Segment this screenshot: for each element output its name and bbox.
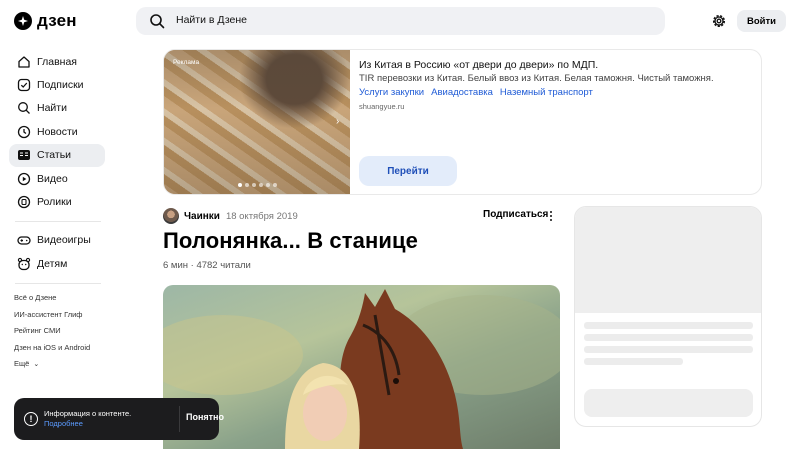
search-icon [18,102,30,115]
sidebar-item-label: Подписки [37,79,84,92]
sidebar: Главная Подписки Найти Новости Статьи Ви… [9,50,105,291]
placeholder-thumbnail [575,207,761,313]
carousel-dot[interactable] [252,183,256,187]
author-name[interactable]: Чаинки [184,211,220,222]
home-icon [18,56,30,68]
footer-link-more-label: Ещё [14,359,30,368]
sidebar-item-subscriptions[interactable]: Подписки [9,73,105,96]
sidebar-item-label: Видео [37,172,68,185]
ad-link[interactable]: Услуги закупки [359,87,424,98]
logo[interactable]: дзен [14,11,77,31]
ad-link[interactable]: Наземный транспорт [500,87,593,98]
sidebar-item-news[interactable]: Новости [9,120,105,143]
carousel-dot[interactable] [259,183,263,187]
page-title: Полонянка... В станице [163,228,418,253]
article-meta: 6 мин · 4782 читали [163,260,251,271]
sidebar-item-label: Ролики [37,196,72,209]
notice-more-link[interactable]: Подробнее [44,419,131,429]
sidebar-item-video[interactable]: Видео [9,167,105,190]
article-image [163,285,560,449]
ad-title[interactable]: Из Китая в Россию «от двери до двери» по… [359,59,598,71]
ad-image[interactable]: Реклама › [164,50,350,194]
sidebar-item-label: Главная [37,55,77,68]
notice-message: Информация о контенте. [44,409,132,418]
avatar[interactable] [163,208,179,224]
placeholder-line [584,358,683,365]
placeholder-line [584,334,753,341]
carousel-next-icon[interactable]: › [336,116,339,127]
carousel-dot[interactable] [273,183,277,187]
ad-link[interactable]: Авиадоставка [431,87,493,98]
notice-divider [179,406,180,432]
carousel-dot[interactable] [238,183,242,187]
sidebar-footer-links: Всё о Дзене ИИ-ассистент Глиф Рейтинг СМ… [14,292,90,375]
login-button[interactable]: Войти [737,10,786,32]
articles-icon [18,150,30,161]
sidebar-item-label: Видеоигры [37,234,91,247]
ad-description: TIR перевозки из Китая. Белый ввоз из Ки… [359,73,714,84]
placeholder-button [584,389,753,417]
sidebar-item-search[interactable]: Найти [9,97,105,120]
ad-domain: shuangyue.ru [359,102,405,111]
footer-link-more[interactable]: Ещё ⌄ [14,358,90,375]
ad-go-button[interactable]: Перейти [359,156,457,186]
content-notice: ! Информация о контенте. Подробнее Понят… [14,398,224,440]
publish-date: 18 октября 2019 [225,210,298,222]
logo-text: дзен [37,11,77,30]
horse-and-woman-illustration [163,289,560,449]
search-input[interactable]: Найти в Дзене [176,14,247,26]
notice-ok-button[interactable]: Понятно [186,412,224,422]
sidebar-item-label: Статьи [37,149,72,162]
news-icon [17,125,31,139]
search-bar[interactable]: Найти в Дзене [136,7,665,35]
recommendation-card-placeholder [574,206,762,427]
kids-icon [17,257,31,270]
gear-icon[interactable] [711,13,727,29]
sidebar-divider [15,282,101,284]
sidebar-item-label: Новости [37,125,78,138]
sidebar-item-videogames[interactable]: Видеоигры [9,229,105,252]
sidebar-divider [15,220,101,222]
subscribe-button[interactable]: Подписаться [483,209,548,220]
footer-link-apps[interactable]: Дзен на iOS и Android [14,342,90,359]
more-options-icon[interactable] [549,210,553,222]
sidebar-item-articles[interactable]: Статьи [9,143,105,167]
author-row: Чаинки 18 октября 2019 [163,208,298,224]
placeholder-line [584,346,753,353]
sidebar-item-home[interactable]: Главная [9,50,105,73]
carousel-dot[interactable] [245,183,249,187]
footer-link-rating[interactable]: Рейтинг СМИ [14,325,90,342]
footer-link-about[interactable]: Всё о Дзене [14,292,90,309]
chevron-down-icon: ⌄ [33,361,40,368]
footer-link-assistant[interactable]: ИИ-ассистент Глиф [14,309,90,326]
carousel-dots [238,183,277,187]
sidebar-item-label: Детям [37,257,68,270]
sidebar-item-label: Найти [37,102,67,115]
shorts-icon [17,195,31,209]
ad-label: Реклама [173,59,200,66]
search-icon [150,14,165,29]
carousel-dot[interactable] [266,183,270,187]
dzen-logo-icon [14,12,32,30]
gamepad-icon [17,236,31,246]
subscriptions-icon [17,78,31,92]
sidebar-item-kids[interactable]: Детям [9,252,105,275]
placeholder-line [584,322,753,329]
ad-links: Услуги закупки Авиадоставка Наземный тра… [359,87,593,98]
ad-card[interactable]: Реклама › Из Китая в Россию «от двери до… [163,49,762,195]
sidebar-item-shorts[interactable]: Ролики [9,190,105,213]
notice-text: Информация о контенте. Подробнее [44,409,131,429]
video-icon [17,172,31,185]
info-icon: ! [24,412,38,426]
